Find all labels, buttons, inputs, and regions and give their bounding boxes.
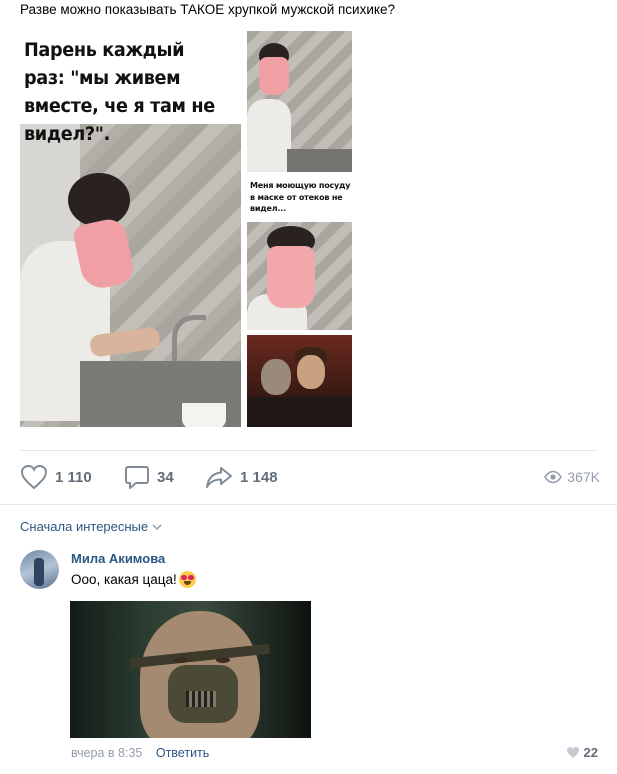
photo-caption-small: Меня моющую посуду в маске от отеков не … [250, 181, 351, 213]
post-photo-side-3[interactable] [247, 335, 352, 427]
heart-eyes-emoji-icon [178, 571, 196, 588]
comment-meta: вчера в 8:35 Ответить [71, 746, 209, 760]
photo-person-hair [68, 173, 130, 227]
post-text: Разве можно показывать ТАКОЕ хрупкой муж… [20, 2, 395, 17]
views-counter: 367K [544, 462, 600, 492]
comment-count: 34 [157, 468, 174, 486]
comments-sort-label: Сначала интересные [20, 519, 149, 534]
comment-photo-eye [174, 657, 188, 663]
photo-bodies [247, 397, 352, 427]
comment-button[interactable]: 34 [124, 462, 174, 492]
photo-cup [182, 403, 226, 427]
comment-author-link[interactable]: Мила Акимова [71, 551, 165, 566]
like-button[interactable]: 1 110 [20, 462, 92, 492]
photo-sink [287, 149, 352, 172]
views-count: 367K [567, 469, 600, 485]
comment-like-button[interactable]: 22 [566, 745, 598, 760]
comment-photo[interactable] [70, 601, 311, 738]
chevron-down-icon [152, 523, 162, 530]
comment-icon [125, 466, 149, 489]
post-photo-side-2[interactable] [247, 222, 352, 330]
comments-sort-dropdown[interactable]: Сначала интересные [20, 519, 162, 534]
comment-photo-grill [186, 691, 216, 707]
share-count: 1 148 [240, 468, 278, 486]
photo-person-shirt [247, 99, 291, 172]
comment-like-count: 22 [583, 745, 598, 760]
comment-text: Ооо, какая цаца! [71, 571, 196, 588]
photo-caption: Парень каждый раз: "мы живем вместе, че … [24, 39, 215, 145]
photo-face-left [261, 359, 291, 395]
comment-photo-eye [216, 657, 230, 663]
avatar-figure [34, 558, 44, 586]
divider-comments [0, 504, 617, 505]
photo-face-right [297, 355, 325, 389]
post-actions: 1 110 34 1 148 367K [20, 462, 600, 492]
post-photo-side-1[interactable] [247, 31, 352, 172]
divider-top [20, 450, 598, 451]
share-icon [206, 467, 232, 488]
comment-text-body: Ооо, какая цаца! [71, 572, 177, 587]
avatar[interactable] [20, 550, 59, 589]
photo-face-mask [259, 57, 289, 95]
photo-face-mask [267, 246, 315, 308]
post-photo-side-caption[interactable]: Меня моющую посуду в маске от отеков не … [247, 178, 352, 222]
post-photo-main[interactable]: Парень каждый раз: "мы живем вместе, че … [20, 31, 241, 427]
share-button[interactable]: 1 148 [205, 462, 278, 492]
comment-time[interactable]: вчера в 8:35 [71, 746, 142, 760]
heart-icon [20, 464, 48, 490]
photo-caption-box: Парень каждый раз: "мы живем вместе, че … [20, 31, 241, 145]
heart-icon [566, 747, 579, 758]
reply-button[interactable]: Ответить [156, 746, 209, 760]
like-count: 1 110 [55, 468, 92, 486]
eye-icon [544, 470, 563, 484]
